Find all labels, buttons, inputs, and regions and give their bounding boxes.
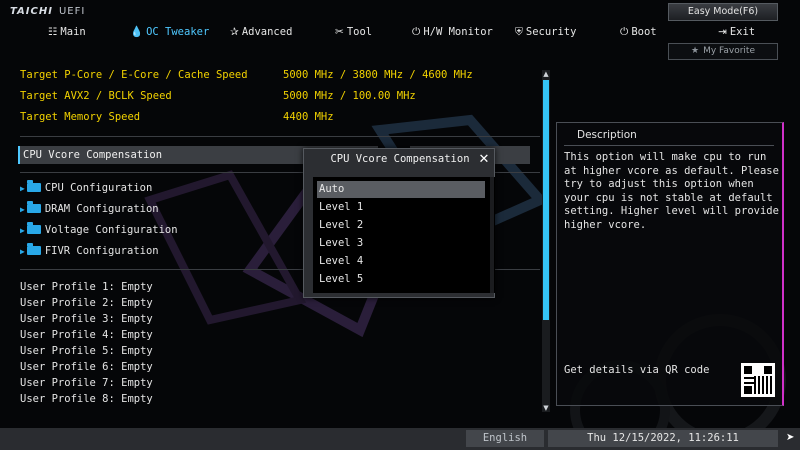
flame-icon: 💧	[130, 26, 144, 38]
tab-security[interactable]: ⛨ Security	[515, 22, 576, 42]
scroll-thumb[interactable]	[543, 80, 549, 320]
datetime-display: Thu 12/15/2022, 11:26:11	[548, 430, 778, 447]
tab-tool-label: Tool	[346, 26, 373, 38]
shield-icon: ⛨	[515, 26, 523, 38]
option-level-3[interactable]: Level 3	[317, 235, 485, 252]
power-icon: ⏻	[620, 26, 629, 38]
setting-label: Target Memory Speed	[20, 111, 141, 123]
folder-voltage-configuration[interactable]: ▶ Voltage Configuration	[20, 221, 178, 239]
brand-suffix: UEFI	[58, 6, 86, 17]
tab-oc-tweaker-label: OC Tweaker	[146, 26, 210, 38]
folder-fivr-configuration[interactable]: ▶ FIVR Configuration	[20, 242, 159, 260]
brand-name: TAICHI	[10, 6, 53, 17]
setting-value: 4400 MHz	[283, 111, 334, 123]
scroll-down-icon[interactable]: ▼	[542, 404, 550, 412]
setting-row: Target Memory Speed 4400 MHz	[20, 108, 334, 126]
setting-label: Target P-Core / E-Core / Cache Speed	[20, 69, 248, 81]
folder-icon	[26, 201, 41, 213]
vcore-compensation-dialog: CPU Vcore Compensation ✕ Auto Level 1 Le…	[303, 148, 495, 298]
tab-exit-label: Exit	[729, 26, 756, 38]
divider	[564, 145, 774, 146]
status-bar: English Thu 12/15/2022, 11:26:11 ➤	[0, 428, 800, 450]
folder-cpu-configuration[interactable]: ▶ CPU Configuration	[20, 179, 152, 197]
option-level-1[interactable]: Level 1	[317, 199, 485, 216]
user-profile-1[interactable]: User Profile 1: Empty	[20, 279, 153, 295]
setting-row: Target P-Core / E-Core / Cache Speed 500…	[20, 66, 473, 84]
grid-icon: ☷	[48, 26, 58, 38]
arrow-right-icon: ▶	[20, 226, 25, 235]
tab-hw-monitor-label: H/W Monitor	[423, 26, 493, 38]
star-icon: ✰	[230, 26, 239, 38]
setting-row: Target AVX2 / BCLK Speed 5000 MHz / 100.…	[20, 87, 416, 105]
tab-exit[interactable]: ⇥ Exit	[718, 22, 755, 42]
power-monitor-icon: ⏻	[412, 26, 421, 38]
qr-code-icon	[741, 363, 775, 397]
setting-value: 5000 MHz / 100.00 MHz	[283, 90, 416, 102]
scroll-up-icon[interactable]: ▲	[542, 70, 550, 78]
description-text: This option will make cpu to run at high…	[564, 151, 779, 231]
folder-dram-configuration[interactable]: ▶ DRAM Configuration	[20, 200, 159, 218]
option-level-5[interactable]: Level 5	[317, 271, 485, 288]
my-favorite-label: My Favorite	[703, 46, 755, 56]
folder-label: DRAM Configuration	[44, 203, 159, 215]
setting-value: 5000 MHz / 3800 MHz / 4600 MHz	[283, 69, 473, 81]
tab-oc-tweaker[interactable]: 💧 OC Tweaker	[130, 22, 209, 42]
mouse-cursor-icon: ➤	[786, 432, 795, 443]
option-list: Auto Level 1 Level 2 Level 3 Level 4 Lev…	[313, 177, 495, 293]
main-nav: ☷ Main 💧 OC Tweaker ✰ Advanced ✂ Tool ⏻ H/W M…	[0, 22, 800, 42]
tab-advanced-label: Advanced	[241, 26, 293, 38]
option-auto[interactable]: Auto	[317, 181, 485, 198]
folder-label: CPU Configuration	[44, 182, 153, 194]
qr-code-label: Get details via QR code	[564, 364, 710, 376]
option-level-2[interactable]: Level 2	[317, 217, 485, 234]
easy-mode-button[interactable]: Easy Mode(F6)	[668, 3, 778, 21]
user-profile-6[interactable]: User Profile 6: Empty	[20, 359, 153, 375]
tab-advanced[interactable]: ✰ Advanced	[230, 22, 292, 42]
tab-boot[interactable]: ⏻ Boot	[620, 22, 657, 42]
folder-icon	[26, 222, 41, 234]
my-favorite-button[interactable]: ★ My Favorite	[668, 43, 778, 60]
setting-label: Target AVX2 / BCLK Speed	[20, 90, 172, 102]
folder-label: Voltage Configuration	[44, 224, 178, 236]
brand-logo: TAICHI UEFI	[10, 6, 85, 17]
tab-security-label: Security	[525, 26, 577, 38]
arrow-right-icon: ▶	[20, 247, 25, 256]
tab-boot-label: Boot	[631, 26, 657, 38]
tab-main-label: Main	[60, 26, 86, 38]
folder-label: FIVR Configuration	[44, 245, 159, 257]
divider	[20, 136, 540, 137]
dialog-scrollbar[interactable]	[490, 177, 494, 293]
user-profile-5[interactable]: User Profile 5: Empty	[20, 343, 153, 359]
user-profile-7[interactable]: User Profile 7: Empty	[20, 375, 153, 391]
arrow-right-icon: ▶	[20, 184, 25, 193]
dialog-title: CPU Vcore Compensation	[330, 153, 470, 165]
description-panel: Description This option will make cpu to…	[556, 122, 784, 406]
close-icon[interactable]: ✕	[476, 152, 492, 168]
user-profile-2[interactable]: User Profile 2: Empty	[20, 295, 153, 311]
star-icon: ★	[691, 46, 700, 56]
exit-icon: ⇥	[718, 26, 727, 38]
description-title: Description	[577, 129, 637, 141]
tools-icon: ✂	[335, 26, 344, 38]
user-profile-8[interactable]: User Profile 8: Empty	[20, 391, 153, 407]
user-profile-4[interactable]: User Profile 4: Empty	[20, 327, 153, 343]
folder-icon	[26, 180, 41, 192]
tab-tool[interactable]: ✂ Tool	[335, 22, 372, 42]
tab-hw-monitor[interactable]: ⏻ H/W Monitor	[412, 22, 493, 42]
main-scrollbar[interactable]: ▲ ▼	[542, 70, 550, 412]
user-profile-3[interactable]: User Profile 3: Empty	[20, 311, 153, 327]
language-button[interactable]: English	[466, 430, 544, 447]
arrow-right-icon: ▶	[20, 205, 25, 214]
tab-main[interactable]: ☷ Main	[48, 22, 86, 42]
option-level-4[interactable]: Level 4	[317, 253, 485, 270]
folder-icon	[26, 243, 41, 255]
